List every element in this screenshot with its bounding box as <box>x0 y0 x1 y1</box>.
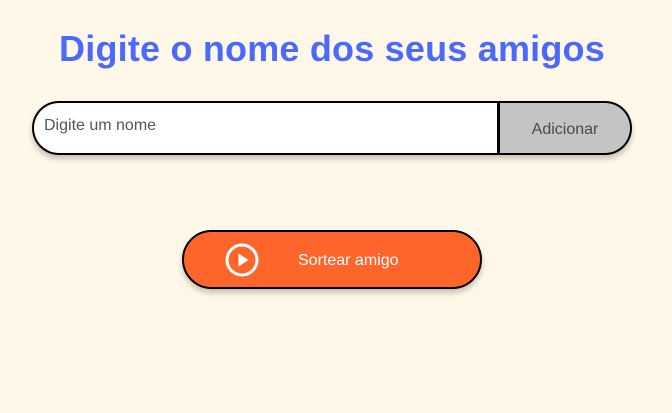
page-title: Digite o nome dos seus amigos <box>59 28 605 69</box>
add-friend-form: Adicionar <box>32 101 632 155</box>
add-button[interactable]: Adicionar <box>497 101 632 155</box>
play-circle-icon <box>225 243 259 277</box>
draw-friend-label: Sortear amigo <box>298 252 399 269</box>
draw-friend-button[interactable]: Sortear amigo <box>182 230 482 289</box>
friend-name-input[interactable] <box>32 101 497 155</box>
